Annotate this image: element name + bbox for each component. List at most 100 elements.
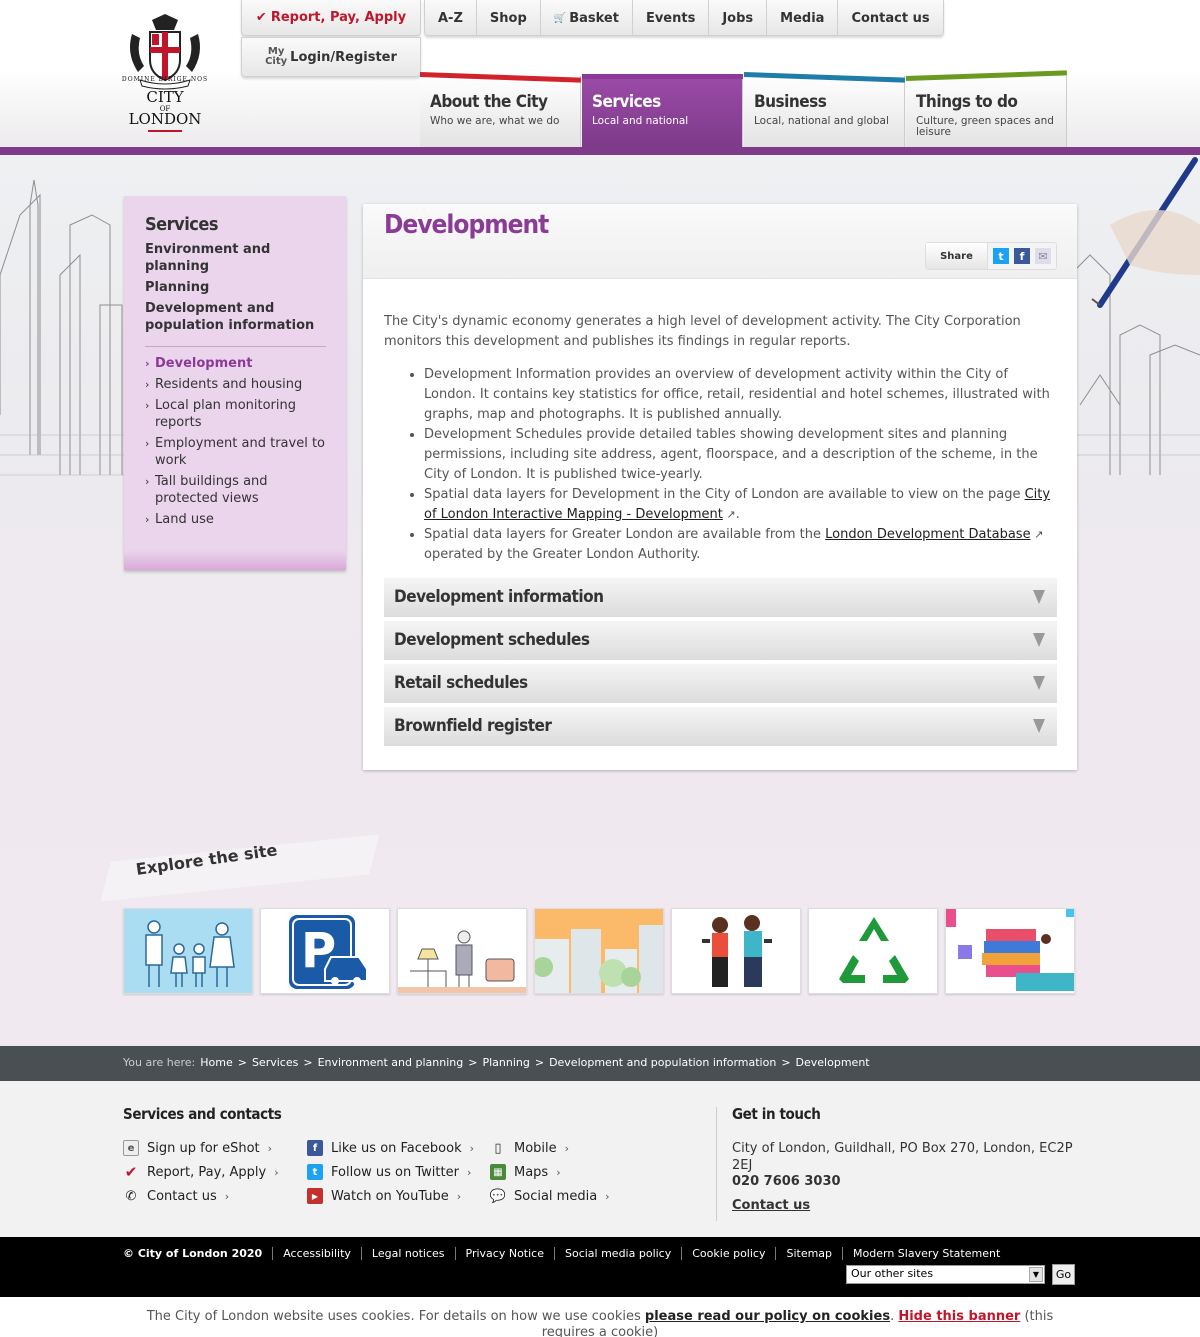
- footer-link-mobile[interactable]: ▯ Mobile ›: [490, 1140, 569, 1156]
- cookie-banner: The City of London website uses cookies.…: [0, 1297, 1200, 1337]
- top-nav: A-Z Shop 🛒 Basket Events Jobs Media Conta…: [424, 0, 944, 36]
- main-nav-business[interactable]: Business Local, national and global: [743, 72, 905, 147]
- city-of-london-logo[interactable]: DOMINE DIRIGE NOS CITY OF LONDON: [120, 14, 210, 134]
- top-nav-shop[interactable]: Shop: [475, 0, 540, 36]
- footer-link-youtube[interactable]: ▶ Watch on YouTube ›: [307, 1188, 461, 1204]
- explore-tile-buildings[interactable]: [534, 908, 664, 994]
- housing-icon: [398, 930, 526, 993]
- share-label: Share: [926, 243, 988, 269]
- facebook-icon: f: [307, 1140, 323, 1156]
- share-box: Share t f ✉: [925, 242, 1057, 270]
- footer-link-contact-us[interactable]: ✆ Contact us ›: [123, 1188, 230, 1204]
- accordion-retail-schedules[interactable]: Retail schedules: [384, 664, 1057, 705]
- chevron-right-icon: ›: [145, 399, 150, 412]
- parking-icon: P: [289, 915, 368, 989]
- chevron-right-icon: ›: [456, 1189, 462, 1203]
- other-sites-select[interactable]: Our other sites ▼: [846, 1265, 1045, 1284]
- get-in-touch-heading: Get in touch: [732, 1105, 821, 1123]
- main-nav-services[interactable]: Services Local and national: [582, 74, 743, 147]
- email-icon[interactable]: ✉: [1035, 248, 1051, 264]
- top-nav-events[interactable]: Events: [631, 0, 708, 36]
- accordion-development-information[interactable]: Development information: [384, 578, 1057, 619]
- report-pay-apply-button[interactable]: ✔ Report, Pay, Apply: [241, 0, 421, 36]
- logo-city: CITY: [146, 88, 184, 106]
- sidebar-heading[interactable]: Services: [145, 214, 218, 235]
- explore-tile-recycling[interactable]: [808, 908, 938, 994]
- triangle-down-icon: [1033, 633, 1045, 647]
- breadcrumb-separator: >: [303, 1056, 313, 1069]
- sidebar-item-tall-buildings[interactable]: › Tall buildings and protected views: [145, 473, 330, 507]
- development-list: Development Information provides an over…: [424, 365, 1054, 565]
- legal-link-legal-notices[interactable]: Legal notices: [360, 1247, 455, 1260]
- chevron-right-icon: ›: [145, 437, 150, 450]
- go-button[interactable]: Go: [1052, 1264, 1075, 1285]
- sidebar-divider: [145, 346, 326, 347]
- top-nav-contact-us[interactable]: Contact us: [837, 0, 942, 36]
- breadcrumb-separator: >: [781, 1056, 791, 1069]
- hide-banner-link[interactable]: Hide this banner: [898, 1309, 1020, 1324]
- sidebar-item-employment-travel[interactable]: › Employment and travel to work: [145, 435, 330, 469]
- sidebar-item-planning[interactable]: Planning: [145, 279, 330, 296]
- library-icon: [946, 909, 1074, 991]
- main-nav-about[interactable]: About the City Who we are, what we do: [419, 72, 581, 147]
- sidebar-item-environment-planning[interactable]: Environment and planning: [145, 241, 330, 275]
- chevron-right-icon: ›: [145, 475, 150, 488]
- footer-link-twitter[interactable]: t Follow us on Twitter ›: [307, 1164, 471, 1180]
- explore-tile-fitness[interactable]: [671, 908, 801, 994]
- legal-link-cookie-policy[interactable]: Cookie policy: [681, 1247, 775, 1260]
- breadcrumb-services[interactable]: Services: [252, 1056, 298, 1071]
- footer-link-social-media[interactable]: 💬 Social media ›: [490, 1188, 610, 1204]
- chevron-right-icon: ›: [564, 1141, 570, 1155]
- login-register-button[interactable]: My City Login/Register: [241, 37, 421, 77]
- main-nav-sub: Culture, green spaces and leisure: [916, 115, 1054, 138]
- breadcrumb-separator: >: [534, 1056, 545, 1069]
- main-nav-title: Business: [754, 92, 827, 112]
- accordion-development-schedules[interactable]: Development schedules: [384, 621, 1057, 662]
- list-item: Spatial data layers for Development in t…: [424, 485, 1054, 525]
- breadcrumb-development-population[interactable]: Development and population information: [549, 1056, 776, 1071]
- top-nav-a-z[interactable]: A-Z: [425, 0, 476, 36]
- breadcrumb-home[interactable]: Home: [200, 1056, 232, 1071]
- external-link-icon: ↗: [1030, 528, 1044, 541]
- explore-tile-library[interactable]: [945, 908, 1075, 994]
- legal-link-accessibility[interactable]: Accessibility: [272, 1247, 361, 1260]
- footer-link-maps[interactable]: ▦ Maps ›: [490, 1164, 561, 1180]
- top-nav-jobs[interactable]: Jobs: [708, 0, 766, 36]
- footer-link-facebook[interactable]: f Like us on Facebook ›: [307, 1140, 474, 1156]
- legal-links: © City of London 2020 Accessibility Lega…: [123, 1247, 1010, 1260]
- legal-link-social-media-policy[interactable]: Social media policy: [553, 1247, 681, 1260]
- chevron-down-icon: ▼: [1029, 1267, 1043, 1282]
- explore-tile-family[interactable]: [123, 908, 253, 994]
- breadcrumb-planning[interactable]: Planning: [482, 1056, 529, 1071]
- explore-tile-parking[interactable]: P: [260, 908, 390, 994]
- facebook-icon[interactable]: f: [1014, 248, 1030, 264]
- breadcrumb-separator: >: [237, 1056, 247, 1069]
- footer-contact-us-link[interactable]: Contact us: [732, 1198, 810, 1213]
- nav-color-bar: [582, 74, 743, 79]
- footer-link-report-pay-apply[interactable]: ✔ Report, Pay, Apply ›: [123, 1163, 279, 1181]
- sidebar-item-development[interactable]: › Development: [145, 355, 330, 372]
- main-nav-title: Services: [592, 92, 661, 112]
- sidebar-item-land-use[interactable]: › Land use: [145, 511, 330, 528]
- legal-link-privacy[interactable]: Privacy Notice: [454, 1247, 554, 1260]
- main-nav-things-to-do[interactable]: Things to do Culture, green spaces and l…: [905, 70, 1067, 147]
- top-nav-basket[interactable]: 🛒 Basket: [539, 0, 632, 36]
- accordion-brownfield-register[interactable]: Brownfield register: [384, 707, 1057, 748]
- sidebar-item-development-population[interactable]: Development and population information: [145, 300, 330, 334]
- twitter-icon[interactable]: t: [993, 248, 1009, 264]
- breadcrumb-environment-planning[interactable]: Environment and planning: [318, 1056, 464, 1071]
- footer-link-eshot[interactable]: e Sign up for eShot ›: [123, 1140, 272, 1156]
- legal-link-sitemap[interactable]: Sitemap: [775, 1247, 842, 1260]
- legal-link-modern-slavery[interactable]: Modern Slavery Statement: [842, 1247, 1010, 1260]
- sidebar-footer: [124, 550, 346, 570]
- sidebar-item-residents-housing[interactable]: › Residents and housing: [145, 376, 330, 393]
- london-development-database-link[interactable]: London Development Database: [825, 527, 1030, 542]
- list-item: Development Schedules provide detailed t…: [424, 425, 1054, 485]
- content-header: Development Share t f ✉: [363, 204, 1077, 279]
- explore-tile-housing[interactable]: [397, 908, 527, 994]
- cookie-policy-link[interactable]: please read our policy on cookies: [645, 1309, 890, 1324]
- chevron-right-icon: ›: [145, 513, 150, 526]
- services-contacts-heading: Services and contacts: [123, 1105, 282, 1123]
- sidebar-item-local-plan[interactable]: › Local plan monitoring reports: [145, 397, 330, 431]
- top-nav-media[interactable]: Media: [766, 0, 837, 36]
